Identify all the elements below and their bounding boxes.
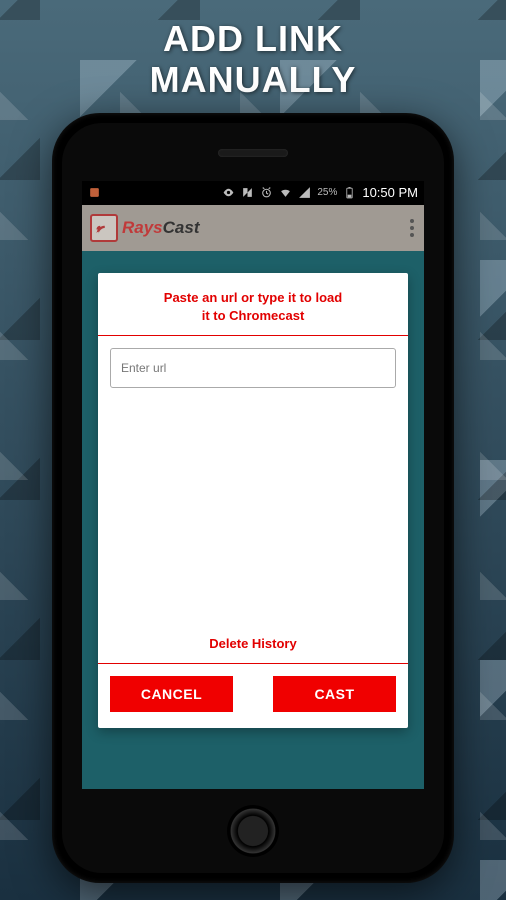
signal-icon: [298, 186, 311, 199]
dialog-button-row: CANCEL CAST: [110, 676, 396, 714]
phone-inner: 25% 10:50 PM RaysCast: [62, 123, 444, 873]
alarm-icon: [260, 186, 273, 199]
app-logo: [90, 214, 118, 242]
dialog-title: Paste an url or type it to load it to Ch…: [110, 285, 396, 335]
app-brand: RaysCast: [122, 218, 200, 238]
device-screen: 25% 10:50 PM RaysCast: [82, 181, 424, 789]
eye-icon: [222, 186, 235, 199]
cancel-button[interactable]: CANCEL: [110, 676, 233, 712]
battery-percent: 25%: [317, 187, 337, 198]
dialog-title-line1: Paste an url or type it to load: [130, 289, 376, 307]
notification-icon: [88, 186, 101, 199]
dialog-spacer: [110, 388, 396, 628]
phone-frame: 25% 10:50 PM RaysCast: [52, 113, 454, 883]
url-input[interactable]: [110, 348, 396, 388]
app-header: RaysCast: [82, 205, 424, 251]
promo-background: ADD LINK MANUALLY: [0, 0, 506, 900]
home-button[interactable]: [227, 805, 279, 857]
status-bar: 25% 10:50 PM: [82, 181, 424, 205]
promo-title-line1: ADD LINK: [150, 18, 357, 59]
status-clock: 10:50 PM: [362, 185, 418, 200]
nfc-icon: [241, 186, 254, 199]
promo-title: ADD LINK MANUALLY: [150, 18, 357, 101]
delete-history-link[interactable]: Delete History: [110, 628, 396, 663]
promo-title-line2: MANUALLY: [150, 59, 357, 100]
divider: [98, 335, 408, 336]
overflow-menu-button[interactable]: [410, 205, 414, 251]
add-link-dialog: Paste an url or type it to load it to Ch…: [98, 273, 408, 728]
brand-part1: Rays: [122, 218, 163, 237]
wifi-icon: [279, 186, 292, 199]
dialog-title-line2: it to Chromecast: [130, 307, 376, 325]
divider: [98, 663, 408, 664]
cast-button[interactable]: CAST: [273, 676, 396, 712]
app-body: Paste an url or type it to load it to Ch…: [82, 251, 424, 789]
brand-part2: Cast: [163, 218, 200, 237]
battery-icon: [343, 186, 356, 199]
earpiece: [218, 149, 288, 157]
